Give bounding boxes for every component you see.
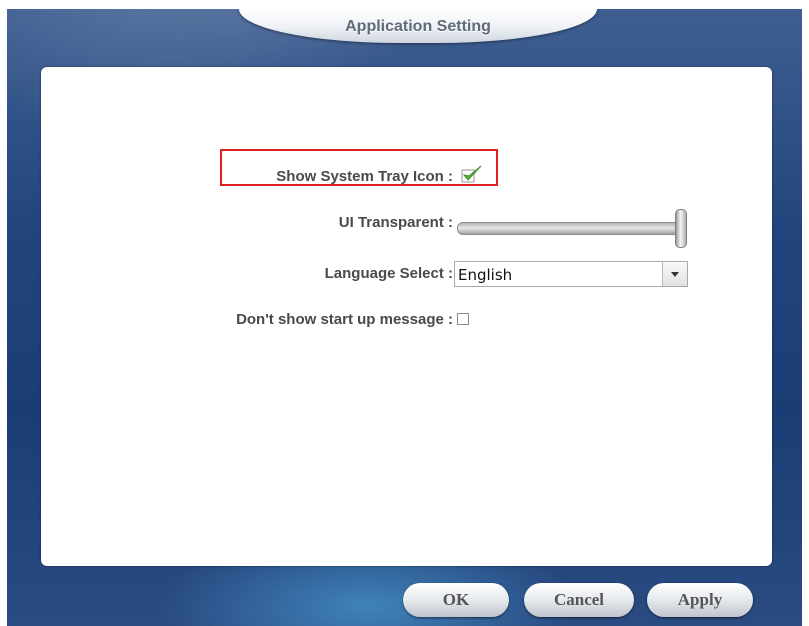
language-select-value: English xyxy=(458,266,513,284)
language-row: Language Select : xyxy=(41,262,453,286)
transparency-slider-thumb[interactable] xyxy=(675,209,687,248)
language-label: Language Select : xyxy=(324,265,453,282)
startup-message-row: Don't show start up message : xyxy=(41,308,453,332)
settings-window: Application Setting Show System Tray Ico… xyxy=(7,9,802,626)
chevron-down-icon[interactable] xyxy=(662,262,687,286)
startup-message-checkbox[interactable] xyxy=(457,313,469,325)
apply-button[interactable]: Apply xyxy=(647,583,753,617)
ui-transparent-row: UI Transparent : xyxy=(41,211,453,235)
check-icon[interactable] xyxy=(461,164,483,184)
language-select[interactable]: English xyxy=(454,261,688,287)
startup-message-label: Don't show start up message : xyxy=(236,311,453,328)
cancel-button[interactable]: Cancel xyxy=(524,583,634,617)
ui-transparent-label: UI Transparent : xyxy=(338,214,453,231)
transparency-slider-track[interactable] xyxy=(457,222,685,235)
window-title: Application Setting xyxy=(345,18,491,35)
settings-panel: Show System Tray Icon : UI Transparent :… xyxy=(41,67,772,566)
title-tab: Application Setting xyxy=(239,9,597,43)
highlight-box xyxy=(220,149,498,186)
ok-button[interactable]: OK xyxy=(403,583,509,617)
